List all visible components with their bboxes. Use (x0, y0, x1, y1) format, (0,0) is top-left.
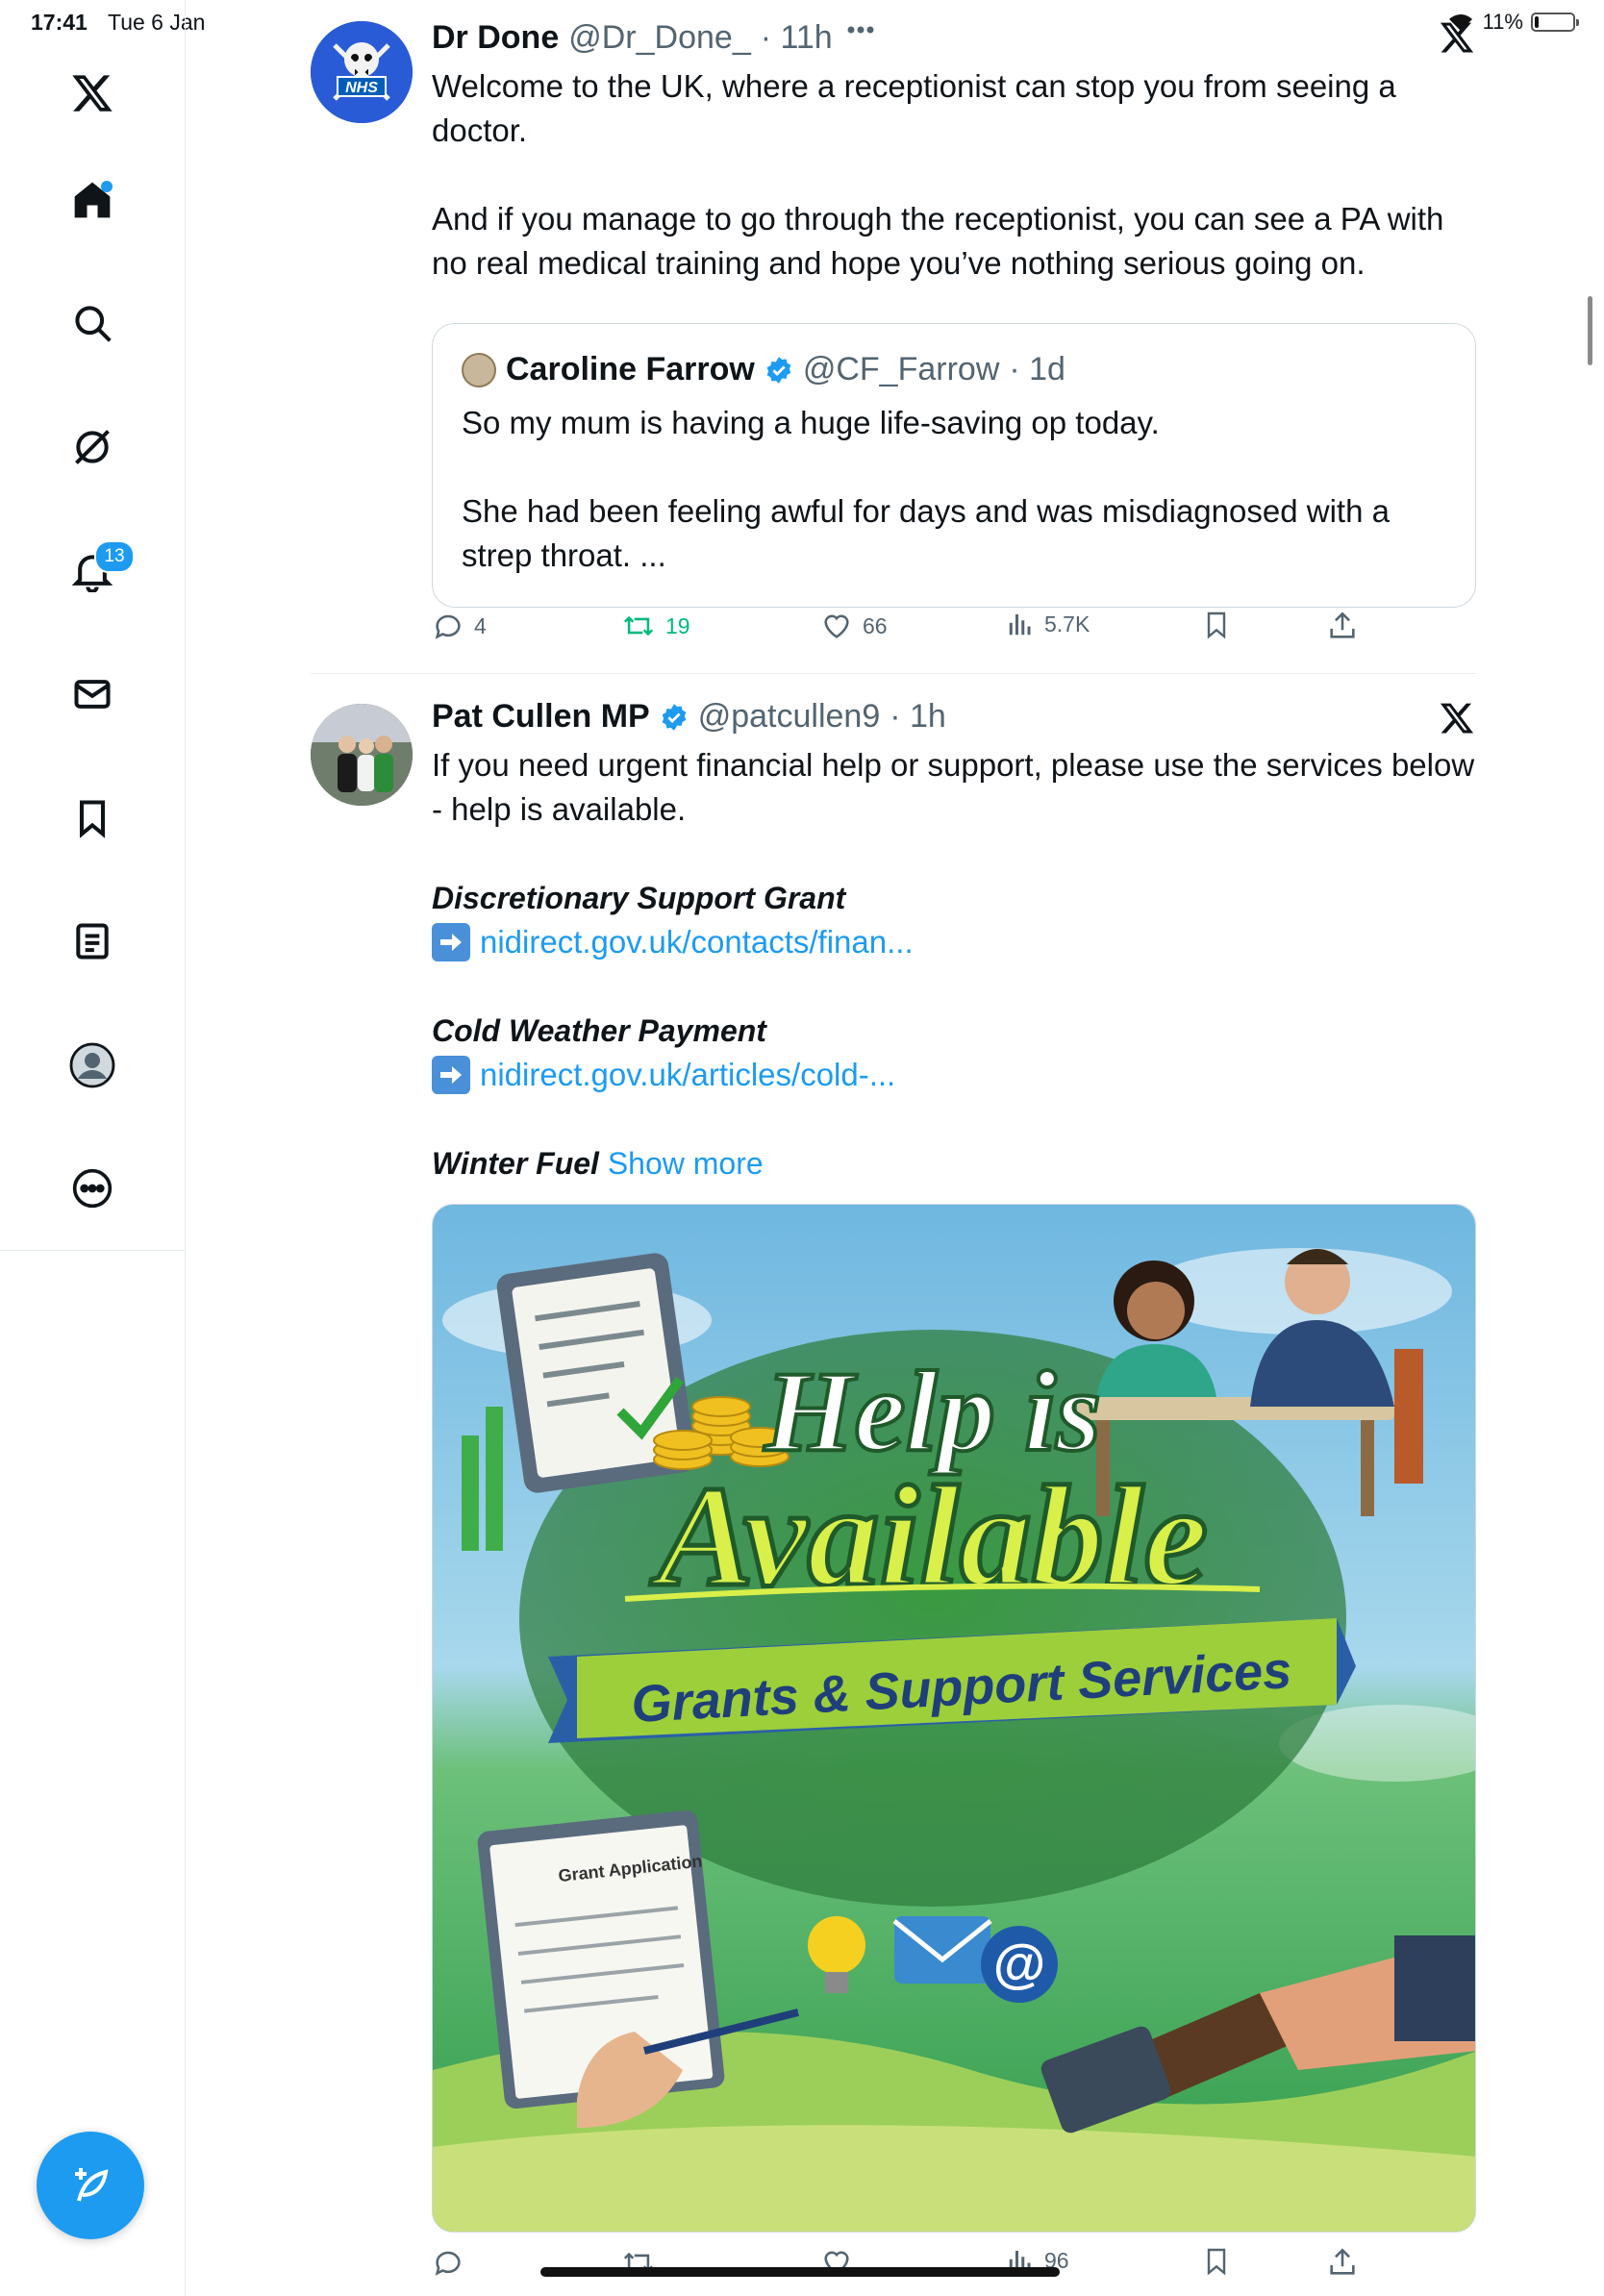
quote-text: So my mum is having a huge life-saving o… (462, 405, 1390, 573)
bookmarks-icon (71, 797, 113, 839)
right-arrow-icon (432, 923, 470, 961)
link-row: nidirect.gov.uk/articles/cold-... (432, 1053, 1476, 1097)
sidebar-item-bookmarks[interactable] (60, 786, 125, 851)
tweet-actions: 4 19 66 5.7K (432, 610, 1476, 648)
battery-icon (1531, 12, 1579, 32)
views-icon (1006, 610, 1035, 638)
sidebar-item-home[interactable] (60, 167, 125, 233)
sidebar-item-more[interactable] (60, 1156, 125, 1221)
sidebar-item-notifications[interactable]: 13 (60, 538, 135, 604)
unread-dot (101, 181, 113, 192)
tweet[interactable]: NHS Dr Done @Dr_Done_ · 11h Welcome to t… (311, 19, 1476, 654)
reply-button[interactable] (432, 2246, 464, 2279)
views-count: 5.7K (1044, 611, 1090, 636)
sidebar-border (185, 1250, 186, 2296)
share-icon (1326, 610, 1359, 642)
link[interactable]: nidirect.gov.uk/articles/cold-... (480, 1053, 895, 1097)
quote-author-handle: @CF_Farrow (802, 351, 1000, 387)
at-sign-icon: @ (981, 1926, 1058, 2003)
author-handle[interactable]: @Dr_Done_ (568, 19, 751, 57)
winter-fuel-row: Winter Fuel Show more (432, 1141, 1476, 1185)
quote-author-name: Caroline Farrow (506, 351, 755, 387)
avatar[interactable]: NHS (311, 21, 413, 123)
author-name[interactable]: Pat Cullen MP (432, 698, 650, 736)
sidebar-item-search[interactable] (60, 290, 125, 356)
sidebar-divider (0, 1250, 185, 1251)
tweet-actions: 96 (432, 2246, 1476, 2284)
bookmark-icon (1201, 610, 1232, 640)
tweet-time[interactable]: · 11h (761, 19, 833, 57)
sidebar: 13 (0, 0, 186, 1250)
share-icon (1326, 2246, 1359, 2279)
home-indicator[interactable] (540, 2267, 1060, 2277)
compose-button[interactable] (37, 2132, 144, 2239)
tweet-header: Pat Cullen MP @patcullen9 · 1h (432, 698, 1476, 736)
reply-icon (432, 2246, 464, 2279)
repost-count: 19 (665, 612, 690, 638)
avatar-nhs-text: NHS (345, 80, 378, 96)
tweet-body: Pat Cullen MP @patcullen9 · 1h If you ne… (432, 698, 1476, 1185)
link[interactable]: nidirect.gov.uk/contacts/finan... (480, 920, 914, 964)
compose-icon (67, 2162, 113, 2209)
lists-icon (71, 920, 113, 962)
like-button[interactable]: 66 (820, 610, 888, 642)
section-title: Winter Fuel (432, 1146, 599, 1181)
tweet-time[interactable]: · 1h (890, 698, 946, 736)
tweet-text: Welcome to the UK, where a receptionist … (432, 68, 1444, 281)
messages-icon (71, 673, 113, 715)
envelope-icon (892, 1916, 992, 1984)
section-title: Discretionary Support Grant (432, 881, 846, 915)
verified-icon (660, 703, 689, 732)
show-more-link[interactable]: Show more (608, 1146, 764, 1181)
x-logo-icon[interactable] (60, 61, 125, 126)
search-icon (71, 302, 113, 344)
views-button[interactable]: 5.7K (1006, 610, 1090, 638)
battery-level (1535, 16, 1539, 28)
scroll-indicator[interactable] (1588, 296, 1592, 365)
tweet-body: Dr Done @Dr_Done_ · 11h Welcome to the U… (432, 19, 1476, 286)
grok-icon (71, 426, 113, 468)
notification-badge: 13 (94, 540, 135, 573)
author-name[interactable]: Dr Done (432, 19, 559, 57)
svg-text:@: @ (993, 1933, 1046, 1993)
quoted-tweet[interactable]: Caroline Farrow @CF_Farrow · 1d So my mu… (432, 323, 1476, 608)
profile-icon (69, 1042, 115, 1088)
repost-icon (621, 610, 656, 642)
share-button[interactable] (1326, 2246, 1359, 2279)
avatar[interactable] (311, 704, 413, 806)
link-row: nidirect.gov.uk/contacts/finan... (432, 920, 1476, 964)
sidebar-item-messages[interactable] (60, 661, 125, 727)
x-logo-icon (1438, 700, 1476, 736)
heart-icon (820, 610, 853, 642)
more-icon (71, 1167, 113, 1210)
reply-icon (432, 610, 464, 642)
tweet-header: Dr Done @Dr_Done_ · 11h (432, 19, 1476, 57)
more-options-icon[interactable] (846, 25, 875, 35)
repost-button[interactable]: 19 (621, 610, 690, 642)
verified-icon (764, 356, 793, 385)
sidebar-item-lists[interactable] (60, 909, 125, 974)
author-handle[interactable]: @patcullen9 (698, 698, 881, 736)
reply-count: 4 (474, 612, 487, 638)
share-button[interactable] (1326, 610, 1359, 642)
like-count: 66 (863, 612, 888, 638)
quote-avatar (462, 352, 496, 387)
right-arrow-icon (432, 1056, 470, 1094)
battery-percent: 11% (1482, 10, 1523, 34)
tweet-text: If you need urgent financial help or sup… (432, 747, 1484, 827)
x-logo-icon (1438, 19, 1476, 56)
reply-button[interactable]: 4 (432, 610, 487, 642)
tweet-separator (311, 673, 1476, 674)
quote-time: · 1d (1009, 351, 1065, 387)
bookmark-icon (1201, 2246, 1232, 2277)
quote-header: Caroline Farrow @CF_Farrow · 1d (462, 351, 1065, 388)
sidebar-item-grok[interactable] (60, 414, 125, 480)
section-title: Cold Weather Payment (432, 1013, 766, 1048)
tweet-image[interactable]: Help is Available Grants & Support Servi… (432, 1204, 1476, 2233)
bookmark-button[interactable] (1201, 2246, 1232, 2277)
bookmark-button[interactable] (1201, 610, 1232, 640)
sidebar-item-profile[interactable] (60, 1033, 125, 1098)
